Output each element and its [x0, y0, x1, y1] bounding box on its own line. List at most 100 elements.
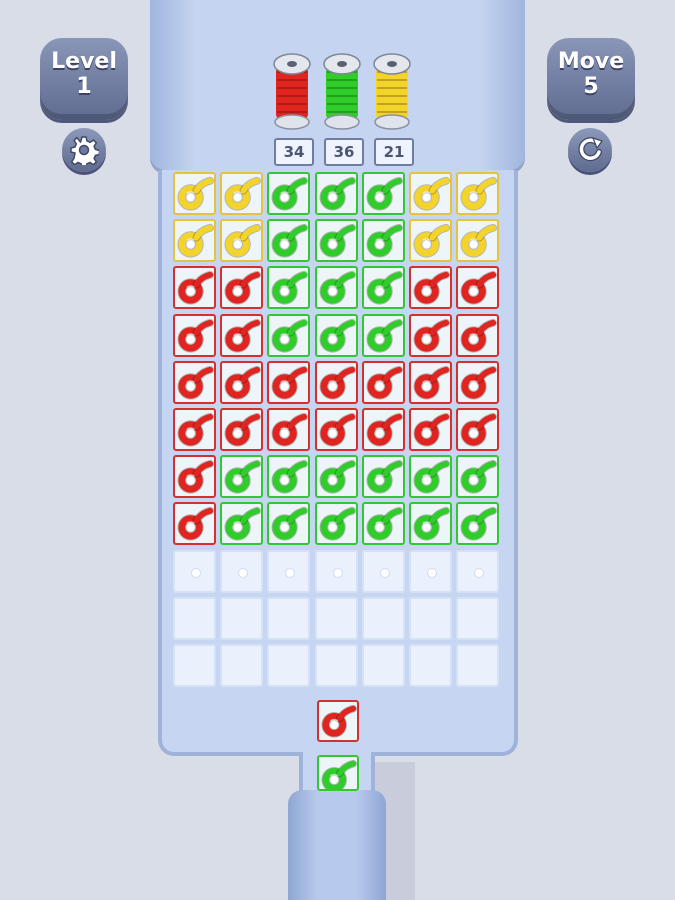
yarn-tile-red[interactable] [456, 360, 500, 404]
yarn-tile-green[interactable] [220, 455, 264, 499]
yarn-tile-yellow[interactable] [409, 172, 452, 215]
yarn-tile-green[interactable] [314, 266, 358, 310]
empty-slot [361, 644, 405, 687]
yarn-tile-green[interactable] [314, 502, 358, 546]
yarn-coil-icon [224, 318, 262, 353]
yarn-coil-icon [366, 507, 403, 541]
yarn-tile-red[interactable] [220, 360, 264, 404]
yarn-tile-red[interactable] [173, 502, 216, 546]
empty-slot [314, 644, 358, 687]
yarn-tile-red[interactable] [361, 408, 405, 451]
yarn-tile-red[interactable] [361, 360, 405, 404]
yarn-tile-yellow[interactable] [220, 219, 264, 263]
yarn-tile-red[interactable] [173, 408, 216, 451]
queued-tile-red [317, 700, 359, 742]
yarn-tile-green[interactable] [361, 455, 405, 499]
yarn-coil-icon [460, 176, 498, 211]
yarn-tile-yellow[interactable] [456, 172, 500, 215]
yarn-tile-red[interactable] [173, 313, 216, 357]
yarn-tile-green[interactable] [409, 455, 452, 499]
yarn-coil-icon [413, 507, 450, 541]
yarn-coil-icon [177, 176, 214, 211]
restart-button[interactable] [568, 128, 612, 172]
yarn-tile-yellow[interactable] [220, 172, 264, 215]
yarn-tile-green[interactable] [409, 502, 452, 546]
entry-slot [456, 549, 500, 593]
yarn-coil-icon [271, 176, 309, 211]
yarn-coil-icon [271, 507, 309, 541]
yarn-tile-red[interactable] [173, 360, 216, 404]
yarn-tile-green[interactable] [314, 313, 358, 357]
yarn-tile-red[interactable] [409, 360, 452, 404]
yarn-tile-red[interactable] [173, 455, 216, 499]
yarn-tile-green[interactable] [267, 172, 311, 215]
spool-red [272, 52, 312, 132]
yarn-tile-red[interactable] [267, 360, 311, 404]
yarn-coil-icon [271, 318, 309, 353]
yarn-coil-icon [177, 224, 214, 258]
yarn-coil-icon [177, 271, 214, 305]
yarn-tile-green[interactable] [361, 313, 405, 357]
yarn-tile-red[interactable] [267, 408, 311, 451]
yarn-tile-red[interactable] [314, 360, 358, 404]
settings-button[interactable] [62, 128, 106, 172]
yarn-coil-icon [321, 759, 357, 789]
spool-count-green: 36 [324, 138, 364, 166]
slot-dot [333, 568, 342, 577]
spool-count-yellow: 21 [374, 138, 414, 166]
yarn-tile-green[interactable] [361, 266, 405, 310]
yarn-tile-green[interactable] [456, 455, 500, 499]
yarn-coil-icon [460, 412, 498, 447]
yarn-tile-green[interactable] [267, 313, 311, 357]
yarn-tile-red[interactable] [456, 408, 500, 451]
yarn-coil-icon [460, 224, 498, 258]
yarn-tile-green[interactable] [267, 266, 311, 310]
yarn-coil-icon [366, 176, 403, 211]
yarn-tile-red[interactable] [173, 266, 216, 310]
slot-dot [239, 568, 248, 577]
yarn-tile-red[interactable] [220, 266, 264, 310]
yarn-coil-icon [271, 460, 309, 494]
yarn-tile-green[interactable] [220, 502, 264, 546]
yarn-tile-green[interactable] [361, 502, 405, 546]
yarn-tile-green[interactable] [361, 219, 405, 263]
yarn-tile-green[interactable] [314, 219, 358, 263]
yarn-tile-yellow[interactable] [409, 219, 452, 263]
yarn-tile-green[interactable] [361, 172, 405, 215]
queued-tile-green [317, 755, 359, 791]
yarn-coil-icon [224, 412, 262, 447]
yarn-coil-icon [460, 507, 498, 541]
yarn-tile-green[interactable] [456, 502, 500, 546]
spool-count-red: 34 [274, 138, 314, 166]
yarn-coil-icon [271, 271, 309, 305]
yarn-coil-icon [177, 412, 214, 447]
yarn-coil-icon [319, 176, 356, 211]
yarn-tile-green[interactable] [267, 455, 311, 499]
yarn-tile-yellow[interactable] [173, 172, 216, 215]
yarn-coil-icon [224, 271, 262, 305]
empty-slot [456, 596, 500, 640]
yarn-coil-icon [271, 224, 309, 258]
yarn-tile-red[interactable] [409, 266, 452, 310]
yarn-tile-red[interactable] [220, 408, 264, 451]
yarn-tile-red[interactable] [456, 266, 500, 310]
yarn-tile-yellow[interactable] [456, 219, 500, 263]
level-value: 1 [76, 74, 92, 99]
yarn-tile-green[interactable] [314, 455, 358, 499]
yarn-tile-red[interactable] [409, 313, 452, 357]
yarn-coil-icon [366, 318, 403, 353]
yarn-tile-red[interactable] [220, 313, 264, 357]
yarn-coil-icon [413, 365, 450, 400]
yarn-tile-green[interactable] [267, 219, 311, 263]
yarn-coil-icon [177, 460, 214, 494]
yarn-tile-green[interactable] [314, 172, 358, 215]
yarn-tile-red[interactable] [314, 408, 358, 451]
yarn-coil-icon [460, 460, 498, 494]
yarn-tile-green[interactable] [267, 502, 311, 546]
yarn-coil-icon [460, 318, 498, 353]
yarn-tile-red[interactable] [409, 408, 452, 451]
slot-dot [475, 568, 484, 577]
yarn-tile-yellow[interactable] [173, 219, 216, 263]
yarn-tile-red[interactable] [456, 313, 500, 357]
entry-slot [361, 549, 405, 593]
